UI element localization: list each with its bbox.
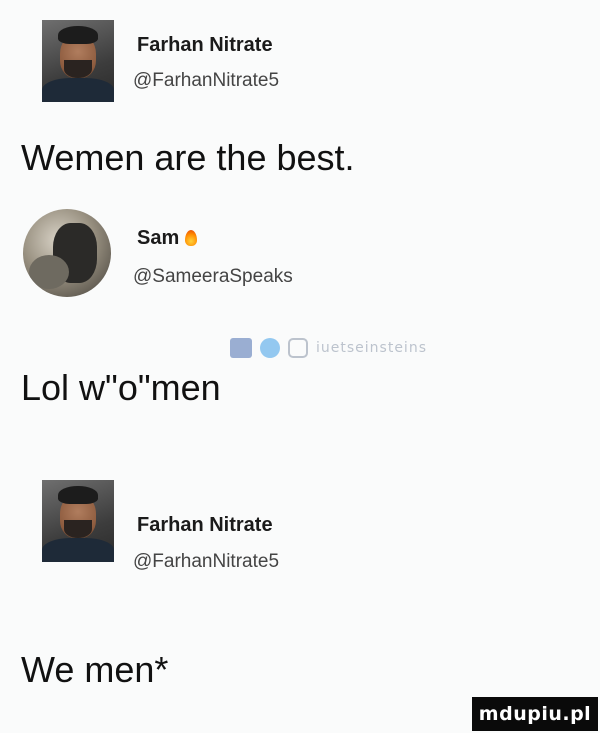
author-handle[interactable]: @FarhanNitrate5: [133, 70, 279, 92]
facebook-icon: [230, 338, 252, 358]
author-handle[interactable]: @SameeraSpeaks: [133, 266, 293, 288]
fire-icon: [185, 230, 198, 246]
author-name-row[interactable]: Sam: [137, 227, 198, 250]
author-name: Sam: [137, 227, 180, 249]
avatar[interactable]: [42, 20, 114, 102]
tweet-text: Wemen are the best.: [21, 137, 355, 178]
brand-logo: mdupiu.pl: [472, 697, 598, 731]
instagram-icon: [288, 338, 308, 358]
avatar[interactable]: [23, 209, 111, 297]
author-handle[interactable]: @FarhanNitrate5: [133, 551, 279, 573]
watermark: iuetseinsteins: [230, 338, 427, 358]
tweet-text: Lol w"o"men: [21, 367, 221, 408]
tweet-text: We men*: [21, 649, 169, 690]
author-name[interactable]: Farhan Nitrate: [137, 34, 273, 57]
avatar[interactable]: [42, 480, 114, 562]
author-name[interactable]: Farhan Nitrate: [137, 514, 273, 537]
watermark-text: iuetseinsteins: [316, 340, 427, 356]
twitter-icon: [260, 338, 280, 358]
